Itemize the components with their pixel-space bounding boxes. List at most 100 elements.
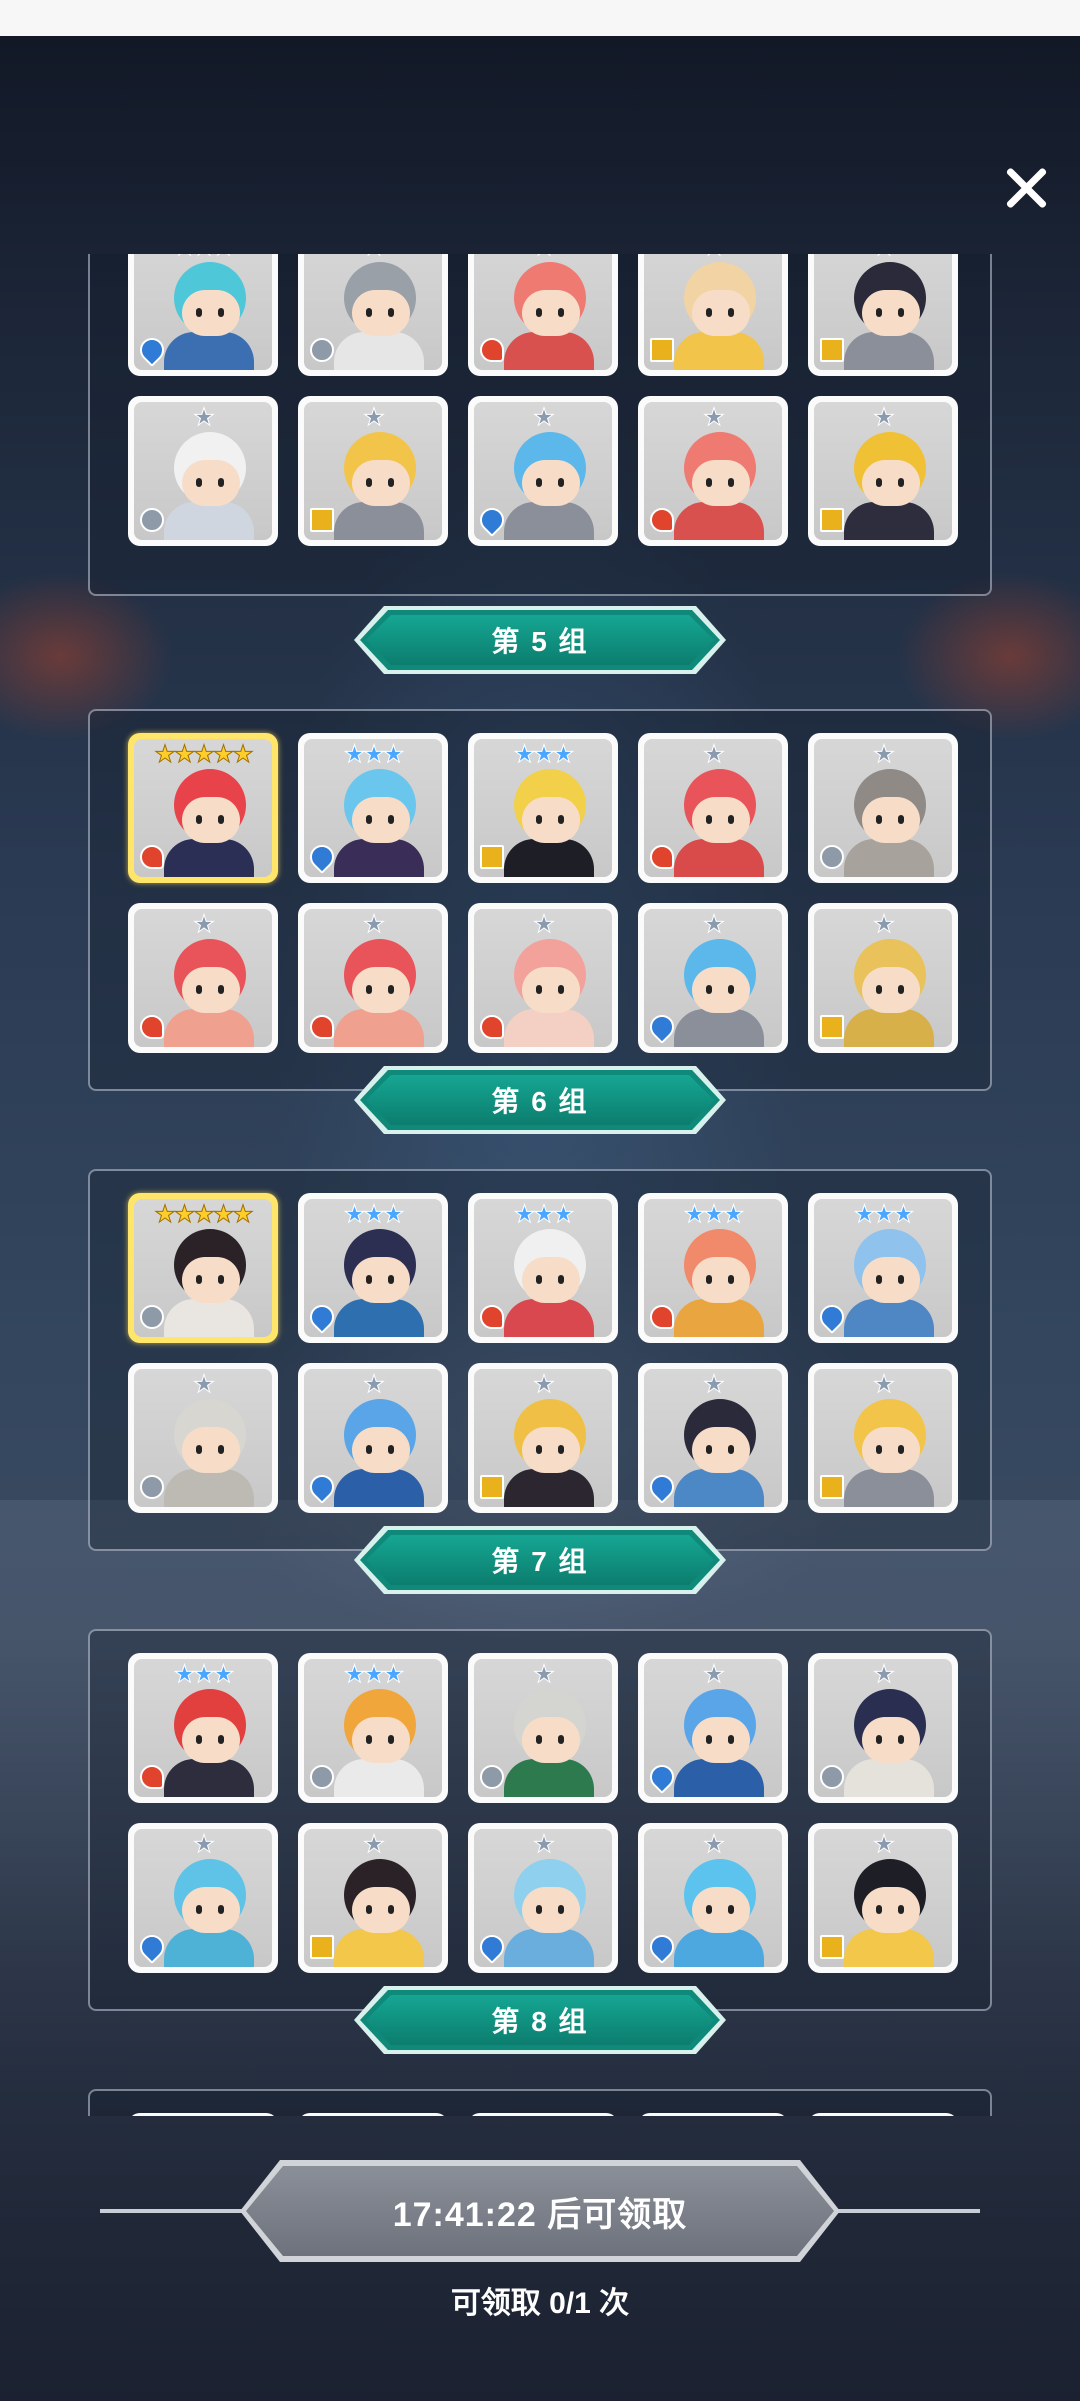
hero-card[interactable]: ★ [128, 1363, 278, 1513]
hero-face [862, 1717, 920, 1763]
hero-card[interactable]: ★ [808, 2113, 958, 2116]
hero-card[interactable]: ★ [128, 903, 278, 1053]
group-label-ribbon: 第 8 组 [360, 1990, 720, 2050]
hero-face [522, 1887, 580, 1933]
hero-card[interactable]: ★★★★★ [128, 1193, 278, 1343]
hero-body [674, 1009, 764, 1047]
hero-card[interactable]: ★ [638, 903, 788, 1053]
hero-face [522, 460, 580, 506]
hero-body [674, 839, 764, 877]
hero-card[interactable]: ★★★ [638, 1193, 788, 1343]
hero-portrait: ★★★ [304, 739, 442, 877]
hero-card[interactable]: ★ [808, 1363, 958, 1513]
hero-card[interactable]: ★ [128, 1823, 278, 1973]
star-rating-icon: ★ [703, 741, 726, 768]
hero-card[interactable]: ★★★★★ [128, 733, 278, 883]
hero-face [692, 1427, 750, 1473]
hero-card[interactable]: ★ [468, 1363, 618, 1513]
hero-card[interactable]: ★ [298, 254, 448, 376]
star-rating-icon: ★★★ [683, 1201, 745, 1228]
star-rating-icon: ★ [703, 1371, 726, 1398]
hero-card[interactable]: ★ [638, 1823, 788, 1973]
claim-count: 可领取 0/1 次 [450, 2287, 630, 2320]
hero-body [844, 502, 934, 540]
hero-card[interactable]: ★ [468, 2113, 618, 2116]
hero-card[interactable]: ★ [298, 1363, 448, 1513]
hero-card[interactable]: ★ [808, 733, 958, 883]
star-rating-icon: ★★★ [343, 741, 405, 768]
hero-card[interactable]: ★★★ [808, 1193, 958, 1343]
hero-card[interactable]: ★★★ [128, 254, 278, 376]
star-rating-icon: ★ [873, 404, 896, 431]
hero-face [862, 967, 920, 1013]
hero-card[interactable]: ★★★ [128, 1653, 278, 1803]
hero-card[interactable]: ★★★ [468, 733, 618, 883]
hero-card[interactable]: ★ [638, 1653, 788, 1803]
hero-card[interactable]: ★ [638, 254, 788, 376]
group-label: 第 5 组 [366, 615, 714, 665]
hero-card[interactable]: ★★★ [298, 733, 448, 883]
hero-card[interactable]: ★ [808, 254, 958, 376]
hero-card[interactable]: ★ [468, 254, 618, 376]
hero-portrait: ★ [814, 254, 952, 370]
hero-card[interactable]: ★ [468, 903, 618, 1053]
hero-card[interactable]: ★ [468, 1823, 618, 1973]
hero-portrait: ★★★ [474, 1199, 612, 1337]
hero-card[interactable]: ★ [298, 396, 448, 546]
hero-card[interactable]: ★ [638, 733, 788, 883]
star-rating-icon: ★ [533, 1831, 556, 1858]
light-element-icon [820, 845, 844, 869]
star-rating-icon: ★★★ [513, 741, 575, 768]
hero-portrait: ★★★ [644, 1199, 782, 1337]
hero-body [334, 1929, 424, 1967]
star-rating-icon: ★ [363, 404, 386, 431]
claim-button[interactable]: 17:41:22 后可领取 [240, 2160, 840, 2262]
status-bar [0, 0, 1080, 36]
star-rating-icon: ★ [363, 911, 386, 938]
fire-element-icon [140, 1015, 164, 1039]
hero-portrait: ★ [474, 254, 612, 370]
star-rating-icon: ★ [703, 404, 726, 431]
hero-card[interactable]: ★ [808, 903, 958, 1053]
group-list[interactable]: ★★★★★★★★★★★★第 5 组★★★★★★★★★★★★★★★★★★第 6 组… [0, 254, 1080, 2116]
hero-face [692, 460, 750, 506]
hero-body [334, 1469, 424, 1507]
hero-portrait: ★ [134, 402, 272, 540]
hero-card[interactable]: ★ [638, 1363, 788, 1513]
close-icon[interactable] [996, 158, 1056, 218]
hero-card[interactable]: ★ [638, 2113, 788, 2116]
hero-face [862, 460, 920, 506]
hero-card[interactable]: ★★★ [298, 1193, 448, 1343]
hero-body [674, 332, 764, 370]
hero-card[interactable]: ★ [808, 1823, 958, 1973]
hero-face [352, 797, 410, 843]
hero-card[interactable]: ★ [808, 396, 958, 546]
hero-card[interactable]: ★ [128, 396, 278, 546]
hero-card[interactable]: ★ [638, 396, 788, 546]
group-label-ribbon: 第 6 组 [360, 1070, 720, 1130]
hero-body [844, 1009, 934, 1047]
hero-face [522, 1427, 580, 1473]
hero-card[interactable]: ★ [298, 2113, 448, 2116]
hero-body [334, 1299, 424, 1337]
hero-card[interactable]: ★★★ [298, 1653, 448, 1803]
hero-card[interactable]: ★ [468, 1653, 618, 1803]
hero-card[interactable]: ★ [468, 396, 618, 546]
hero-portrait: ★★★ [304, 1659, 442, 1797]
star-rating-icon: ★★★ [173, 1661, 235, 1688]
star-rating-icon: ★★★ [134, 254, 272, 260]
hero-portrait: ★ [304, 402, 442, 540]
hero-card[interactable]: ★ [128, 2113, 278, 2116]
light-element-icon [820, 1765, 844, 1789]
hero-portrait: ★ [644, 1659, 782, 1797]
star-rating-icon: ★★★ [853, 1201, 915, 1228]
hero-card[interactable]: ★ [298, 1823, 448, 1973]
hero-face [522, 967, 580, 1013]
hero-card[interactable]: ★★★ [468, 1193, 618, 1343]
star-rating-icon: ★★★★★ [154, 1201, 255, 1228]
hero-portrait: ★ [474, 1659, 612, 1797]
hero-card[interactable]: ★ [298, 903, 448, 1053]
wind-element-icon [480, 1475, 504, 1499]
hero-card[interactable]: ★ [808, 1653, 958, 1803]
wind-element-icon [820, 1935, 844, 1959]
